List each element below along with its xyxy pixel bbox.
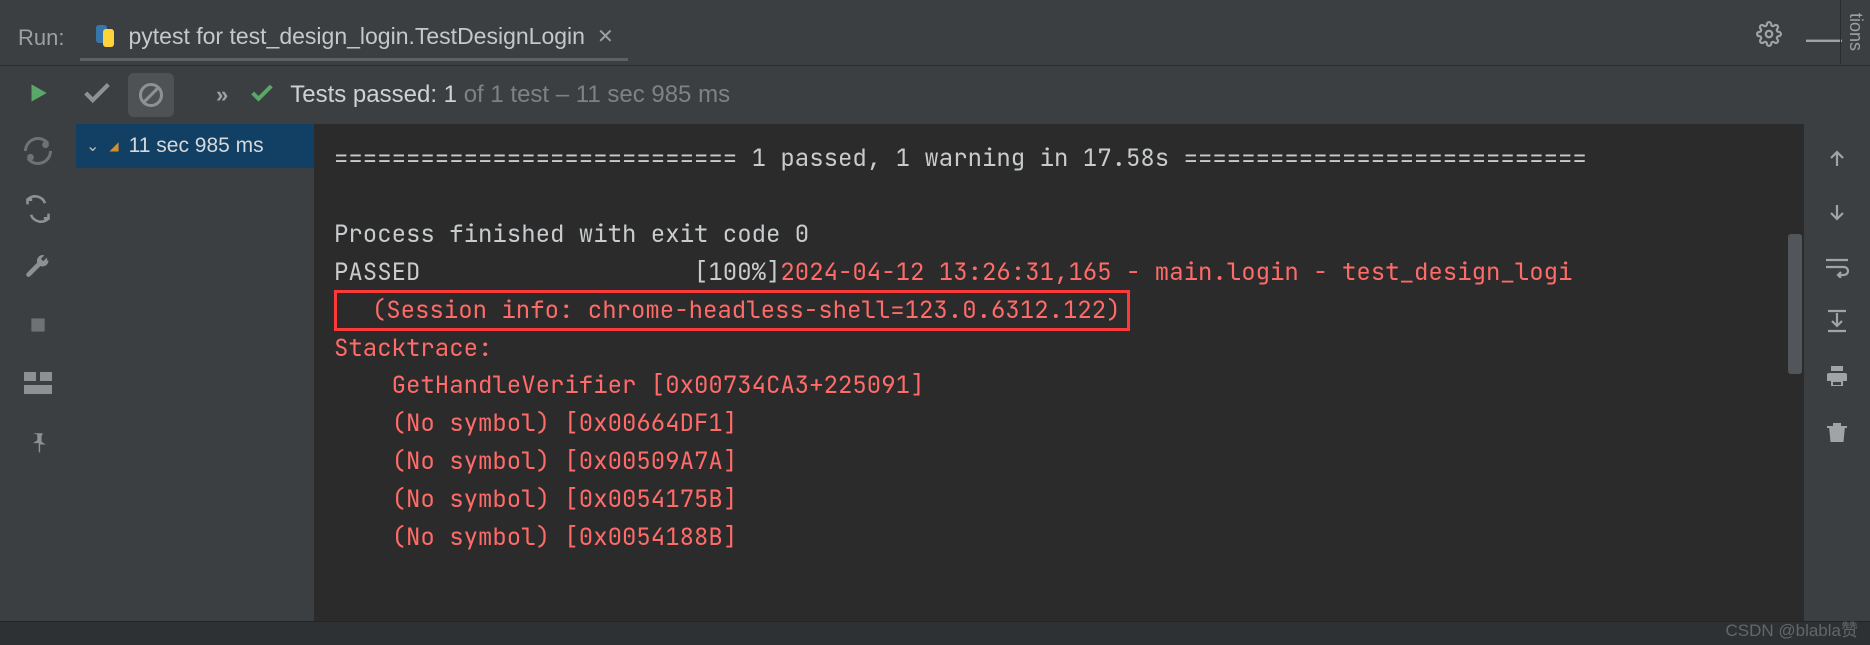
stop-icon[interactable] xyxy=(21,308,55,342)
stacktrace-label: Stacktrace: xyxy=(334,333,492,364)
close-icon[interactable]: ✕ xyxy=(597,24,614,49)
status-text: Tests passed: 1 of 1 test – 11 sec 985 m… xyxy=(290,81,730,109)
checkmark-icon[interactable] xyxy=(80,76,114,115)
test-status-dot: ◢ xyxy=(109,139,118,153)
gear-icon[interactable] xyxy=(1742,21,1796,54)
test-status-bar: » Tests passed: 1 of 1 test – 11 sec 985… xyxy=(76,66,1870,124)
side-tab-label[interactable]: tions xyxy=(1840,0,1870,64)
trace-line: (No symbol) [0x0054175B] xyxy=(334,484,737,515)
run-label: Run: xyxy=(10,25,80,51)
wrench-icon[interactable] xyxy=(21,250,55,284)
soft-wrap-icon[interactable] xyxy=(1824,256,1850,283)
run-tab-bar: Run: pytest for test_design_login.TestDe… xyxy=(0,10,1870,66)
status-count: 1 xyxy=(444,81,457,108)
tree-time: 11 sec 985 ms xyxy=(129,134,264,158)
watermark: CSDN @blabla赞 xyxy=(1725,616,1858,641)
test-tree: ⌄ ◢ 11 sec 985 ms xyxy=(76,124,314,623)
console-output[interactable]: ============================ 1 passed, 1… xyxy=(314,124,1804,623)
expand-icon[interactable]: » xyxy=(188,82,234,108)
run-config-tab[interactable]: pytest for test_design_login.TestDesignL… xyxy=(80,15,627,61)
disable-icon[interactable] xyxy=(128,73,174,117)
trace-line: GetHandleVerifier [0x00734CA3+225091] xyxy=(334,370,924,401)
up-arrow-icon[interactable] xyxy=(1825,146,1849,175)
passed-label: PASSED xyxy=(334,257,420,288)
pass-icon xyxy=(248,79,276,112)
layout-icon[interactable] xyxy=(21,366,55,400)
trace-line: (No symbol) [0x00664DF1] xyxy=(334,408,737,439)
status-suffix: of 1 test – 11 sec 985 ms xyxy=(457,81,730,108)
print-icon[interactable] xyxy=(1824,364,1850,393)
python-icon xyxy=(94,25,116,47)
console-separator: ============================ 1 passed, 1… xyxy=(334,143,1587,174)
left-toolbar xyxy=(0,66,76,623)
chevron-down-icon[interactable]: ⌄ xyxy=(86,136,99,156)
trace-line: (No symbol) [0x0054188B] xyxy=(334,522,737,553)
status-prefix: Tests passed: xyxy=(290,81,443,108)
test-root-item[interactable]: ⌄ ◢ 11 sec 985 ms xyxy=(76,124,314,168)
down-arrow-icon[interactable] xyxy=(1825,201,1849,230)
trace-line: (No symbol) [0x00509A7A] xyxy=(334,446,737,477)
process-exit-line: Process finished with exit code 0 xyxy=(334,219,809,250)
pin-icon[interactable] xyxy=(21,424,55,458)
right-toolbar xyxy=(1804,124,1870,623)
timestamp-line: 2024-04-12 13:26:31,165 - main.login - t… xyxy=(780,257,1572,288)
partial-row xyxy=(0,0,1870,10)
toggle-auto-icon[interactable] xyxy=(21,192,55,226)
bottom-bar xyxy=(0,621,1870,645)
play-icon[interactable] xyxy=(21,76,55,110)
tab-title: pytest for test_design_login.TestDesignL… xyxy=(128,23,584,50)
rerun-failed-icon[interactable] xyxy=(21,134,55,168)
trash-icon[interactable] xyxy=(1825,419,1849,450)
scrollbar-thumb[interactable] xyxy=(1788,234,1802,374)
scroll-to-end-icon[interactable] xyxy=(1824,309,1850,338)
passed-pct: [100%] xyxy=(420,257,780,288)
session-info-highlight: (Session info: chrome-headless-shell=123… xyxy=(334,290,1130,331)
